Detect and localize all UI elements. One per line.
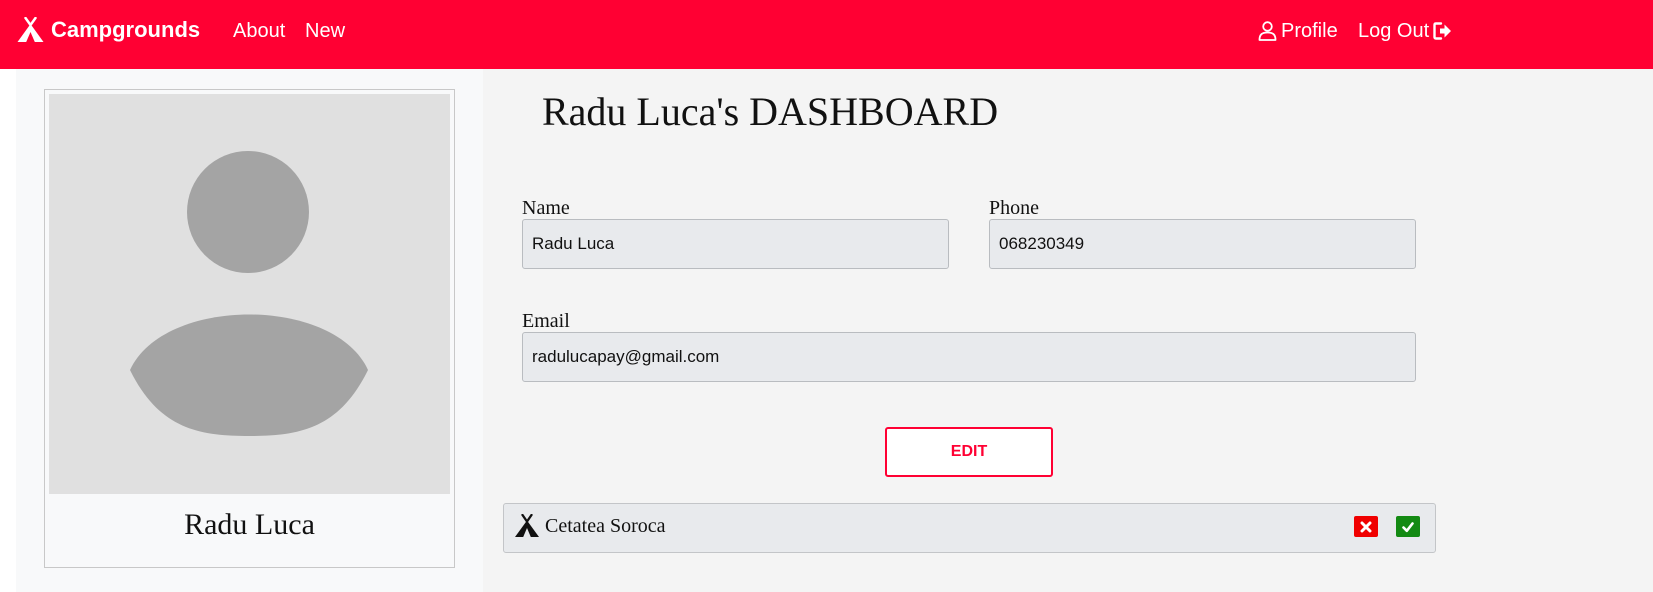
email-label: Email <box>522 310 570 332</box>
accept-campground-button[interactable] <box>1396 516 1420 537</box>
email-field[interactable] <box>522 332 1416 382</box>
edit-button[interactable]: EDIT <box>885 427 1053 477</box>
name-label: Name <box>522 197 570 219</box>
brand-link[interactable]: Campgrounds <box>16 15 200 45</box>
profile-name: Radu Luca <box>184 508 315 541</box>
x-mark-icon <box>1360 521 1372 533</box>
sign-out-icon <box>1433 21 1452 41</box>
name-field[interactable] <box>522 219 949 269</box>
tent-icon <box>16 17 45 43</box>
nav-new-link[interactable]: New <box>305 17 345 45</box>
brand-label: Campgrounds <box>51 17 201 42</box>
tent-icon <box>514 514 540 538</box>
nav-about-link[interactable]: About <box>233 17 285 45</box>
campground-list-item: Cetatea Soroca <box>503 503 1436 553</box>
user-placeholder-icon <box>49 94 450 494</box>
page-title: Radu Luca's DASHBOARD <box>542 89 999 134</box>
phone-label: Phone <box>989 197 1039 219</box>
navbar: Campgrounds About New Profile Log Out <box>0 0 1653 69</box>
delete-campground-button[interactable] <box>1354 516 1378 537</box>
phone-field[interactable] <box>989 219 1416 269</box>
nav-logout-label: Log Out <box>1358 20 1430 42</box>
nav-logout-link[interactable]: Log Out <box>1358 17 1452 45</box>
check-icon <box>1402 521 1414 533</box>
nav-profile-link[interactable]: Profile <box>1258 17 1338 45</box>
profile-card: Radu Luca <box>44 89 455 568</box>
user-icon <box>1258 21 1277 41</box>
nav-profile-label: Profile <box>1281 20 1338 42</box>
campground-name[interactable]: Cetatea Soroca <box>545 515 666 538</box>
